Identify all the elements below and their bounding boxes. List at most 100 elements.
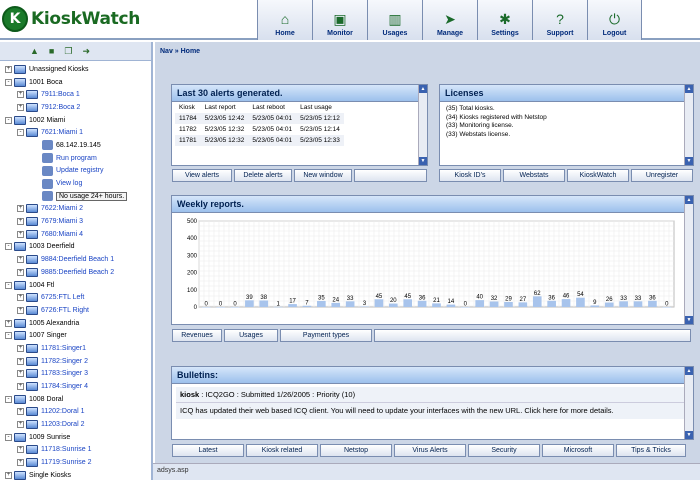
tree-node-11782-singer-2[interactable]: +11782:Singer 2 — [0, 355, 151, 368]
copy-icon[interactable]: ❐ — [64, 46, 72, 57]
expand-icon[interactable]: + — [17, 344, 24, 352]
tree-node-1008-doral[interactable]: - 1008 Doral — [0, 393, 151, 406]
tree-node-11718-sunrise-1[interactable]: +11718:Sunrise 1 — [0, 444, 151, 457]
bulletin-body[interactable]: ICQ has updated their web based ICQ clie… — [176, 403, 689, 419]
delete-alerts-button[interactable]: Delete alerts — [234, 169, 292, 182]
expand-icon[interactable]: + — [17, 103, 24, 111]
nav-settings[interactable]: ✱ Settings — [477, 0, 532, 40]
expand-icon[interactable]: + — [17, 268, 24, 276]
tree-node-7911-boca-1[interactable]: +7911:Boca 1 — [0, 88, 151, 101]
tree-node-run-program[interactable]: Run program — [0, 152, 151, 165]
tree-node-update-registry[interactable]: Update registry — [0, 165, 151, 178]
blank-button[interactable] — [354, 169, 427, 182]
virus-alerts-button[interactable]: Virus Alerts — [394, 444, 466, 457]
tree-node-11783-singer-3[interactable]: +11783:Singer 3 — [0, 368, 151, 381]
view-alerts-button[interactable]: View alerts — [172, 169, 232, 182]
alerts-scrollbar[interactable]: ▲ ▼ — [418, 85, 427, 165]
tree-node-6726-ftl-right[interactable]: +6726:FTL Right — [0, 304, 151, 317]
nav-manage[interactable]: ➤ Manage — [422, 0, 477, 40]
scroll-down-icon[interactable]: ▼ — [419, 157, 427, 165]
security-button[interactable]: Security — [468, 444, 540, 457]
tree-node-single-kiosks[interactable]: + Single Kiosks — [0, 469, 151, 480]
expand-icon[interactable]: + — [17, 421, 24, 429]
usages-button[interactable]: Usages — [224, 329, 278, 342]
tree-node-7679-miami-3[interactable]: +7679:Miami 3 — [0, 215, 151, 228]
payment-types-button[interactable]: Payment types — [280, 329, 372, 342]
expand-icon[interactable]: + — [17, 306, 24, 314]
add-icon[interactable]: ▲ — [30, 46, 39, 56]
tree-node-view-log[interactable]: View log — [0, 177, 151, 190]
new-window-button[interactable]: New window — [294, 169, 352, 182]
netstop-button[interactable]: Netstop — [320, 444, 392, 457]
tree-node-11781-singer1[interactable]: +11781:Singer1 — [0, 342, 151, 355]
webstats-button[interactable]: Webstats — [503, 169, 565, 182]
logo[interactable]: K KioskWatch — [2, 4, 152, 34]
tree-node-1004-ftl[interactable]: - 1004 Ftl — [0, 279, 151, 292]
table-row[interactable]: 11784 5/23/05 12:42 5/23/05 04:01 5/23/05 1… — [175, 113, 344, 124]
expand-icon[interactable]: + — [17, 459, 24, 467]
unregister-button[interactable]: Unregister — [631, 169, 693, 182]
expand-icon[interactable]: + — [17, 230, 24, 238]
licenses-scrollbar[interactable]: ▲ ▼ — [684, 85, 693, 165]
expand-icon[interactable]: + — [5, 471, 12, 479]
move-icon[interactable]: ➜ — [82, 46, 90, 57]
expand-icon[interactable]: + — [17, 370, 24, 378]
expand-icon[interactable]: + — [5, 65, 12, 73]
kioskwatch-button[interactable]: KioskWatch — [567, 169, 629, 182]
tree-node-11202-doral-1[interactable]: +11202:Doral 1 — [0, 406, 151, 419]
kiosk-id-s-button[interactable]: Kiosk ID's — [439, 169, 501, 182]
tree-node-1003-deerfield[interactable]: - 1003 Deerfield — [0, 241, 151, 254]
tree-node-6725-ftl-left[interactable]: +6725:FTL Left — [0, 291, 151, 304]
collapse-icon[interactable]: - — [5, 281, 12, 289]
collapse-icon[interactable]: - — [17, 129, 24, 137]
tree-node-7621-miami-1[interactable]: - 7621:Miami 1 — [0, 126, 151, 139]
weekly-scrollbar[interactable]: ▲ ▼ — [684, 196, 693, 324]
tree-node-7622-miami-2[interactable]: +7622:Miami 2 — [0, 203, 151, 216]
tree-node-no-usage-24-hours[interactable]: No usage 24+ hours. — [0, 190, 151, 203]
microsoft-button[interactable]: Microsoft — [542, 444, 614, 457]
tree-node-7680-miami-4[interactable]: +7680:Miami 4 — [0, 228, 151, 241]
kiosk-related-button[interactable]: Kiosk related — [246, 444, 318, 457]
nav-usages[interactable]: ▥ Usages — [367, 0, 422, 40]
tree-node-1001-boca[interactable]: - 1001 Boca — [0, 76, 151, 89]
scroll-down-icon[interactable]: ▼ — [685, 431, 693, 439]
tree-node-unassigned-kiosks[interactable]: + Unassigned Kiosks — [0, 63, 151, 76]
bulletins-scrollbar[interactable]: ▲ ▼ — [684, 367, 693, 439]
scroll-down-icon[interactable]: ▼ — [685, 316, 693, 324]
collapse-icon[interactable]: - — [5, 78, 12, 86]
expand-icon[interactable]: + — [17, 408, 24, 416]
nav-logout[interactable]: ⏻ Logout — [587, 0, 642, 40]
expand-icon[interactable]: + — [17, 256, 24, 264]
expand-icon[interactable]: + — [17, 383, 24, 391]
scroll-up-icon[interactable]: ▲ — [685, 196, 693, 204]
scroll-up-icon[interactable]: ▲ — [685, 367, 693, 375]
collapse-icon[interactable]: - — [5, 433, 12, 441]
expand-icon[interactable]: + — [17, 218, 24, 226]
nav-support[interactable]: ? Support — [532, 0, 587, 40]
tree-node-11784-singer-4[interactable]: +11784:Singer 4 — [0, 380, 151, 393]
nav-home[interactable]: ⌂ Home — [257, 0, 312, 40]
tree-node-1002-miami[interactable]: - 1002 Miami — [0, 114, 151, 127]
expand-icon[interactable]: + — [17, 294, 24, 302]
tree-node-11203-doral-2[interactable]: +11203:Doral 2 — [0, 418, 151, 431]
tree-node-9884-deerfield-beach-1[interactable]: +9884:Deerfield Beach 1 — [0, 253, 151, 266]
folder-icon[interactable]: ■ — [49, 46, 54, 56]
collapse-icon[interactable]: - — [5, 395, 12, 403]
tree-node-1005-alexandria[interactable]: +1005 Alexandria — [0, 317, 151, 330]
expand-icon[interactable]: + — [17, 446, 24, 454]
revenues-button[interactable]: Revenues — [172, 329, 222, 342]
latest-button[interactable]: Latest — [172, 444, 244, 457]
expand-icon[interactable]: + — [5, 319, 12, 327]
expand-icon[interactable]: + — [17, 205, 24, 213]
table-row[interactable]: 11781 5/23/05 12:32 5/23/05 04:01 5/23/05 1… — [175, 135, 344, 146]
scroll-up-icon[interactable]: ▲ — [419, 85, 427, 93]
tree-node-68-142-19-145[interactable]: 68.142.19.145 — [0, 139, 151, 152]
scroll-down-icon[interactable]: ▼ — [685, 157, 693, 165]
tree-node-9885-deerfield-beach-2[interactable]: +9885:Deerfield Beach 2 — [0, 266, 151, 279]
tree-node-1007-singer[interactable]: - 1007 Singer — [0, 329, 151, 342]
scroll-up-icon[interactable]: ▲ — [685, 85, 693, 93]
collapse-icon[interactable]: - — [5, 116, 12, 124]
expand-icon[interactable]: + — [17, 91, 24, 99]
tips-tricks-button[interactable]: Tips & Tricks — [616, 444, 686, 457]
table-row[interactable]: 11782 5/23/05 12:32 5/23/05 04:01 5/23/05 1… — [175, 124, 344, 135]
